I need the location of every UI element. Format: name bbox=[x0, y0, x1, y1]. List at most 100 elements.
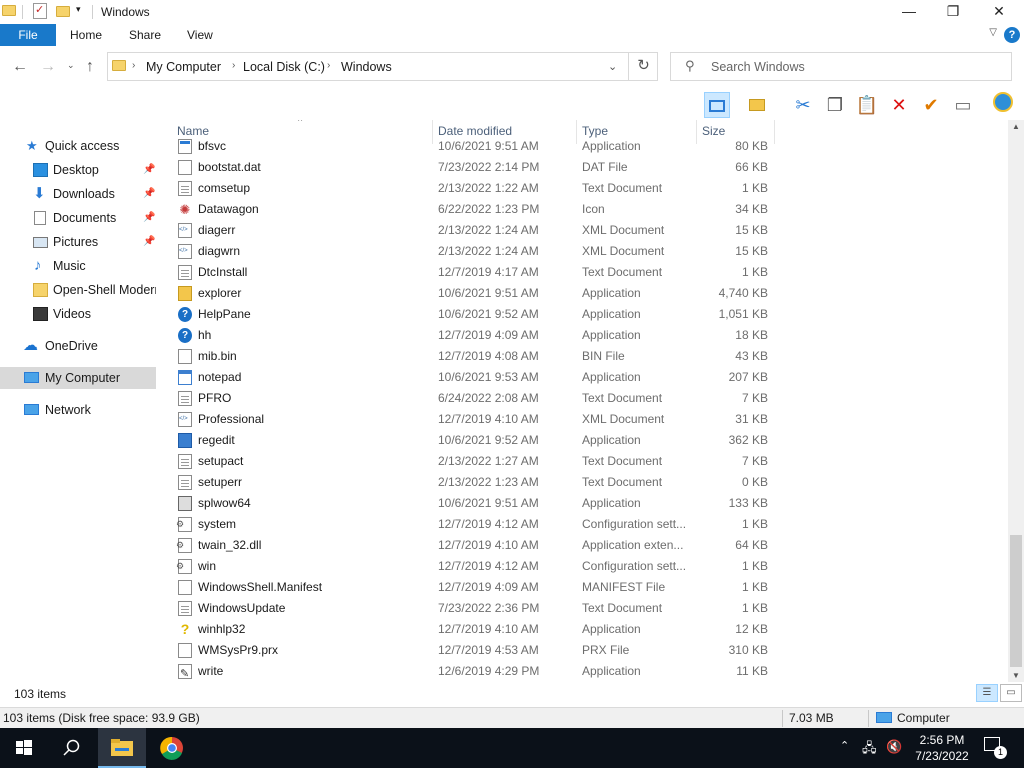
file-row[interactable]: ? HelpPane 10/6/2021 9:52 AM Application 1,0… bbox=[160, 304, 1008, 325]
help-icon[interactable]: ? bbox=[1004, 27, 1020, 43]
file-row[interactable]: ? winhlp32 12/7/2019 4:10 AM Application 12 … bbox=[160, 619, 1008, 640]
breadcrumb-windows[interactable]: Windows bbox=[341, 60, 392, 74]
pin-icon[interactable]: 📌 bbox=[143, 183, 155, 205]
file-row[interactable]: mib.bin 12/7/2019 4:08 AM BIN File 43 KB bbox=[160, 346, 1008, 367]
volume-muted-icon[interactable]: 🔇 bbox=[886, 739, 902, 755]
large-icons-view-icon[interactable]: ▭ bbox=[1000, 684, 1022, 702]
file-row[interactable]: win 12/7/2019 4:12 AM Configuration sett..… bbox=[160, 556, 1008, 577]
file-row[interactable]: WindowsShell.Manifest 12/7/2019 4:09 AM MA… bbox=[160, 577, 1008, 598]
chevron-down-icon[interactable]: ⌄ bbox=[608, 60, 617, 73]
breadcrumb-local-disk[interactable]: Local Disk (C:) bbox=[243, 60, 325, 74]
pin-icon[interactable]: 📌 bbox=[143, 159, 155, 181]
new-folder-icon[interactable] bbox=[56, 6, 70, 17]
notepad-icon bbox=[178, 370, 192, 385]
globe-icon[interactable] bbox=[990, 92, 1016, 118]
clock[interactable]: 2:56 PM 7/23/2022 bbox=[908, 732, 976, 764]
up-icon[interactable]: ↑ bbox=[86, 58, 94, 76]
file-row[interactable]: regedit 10/6/2021 9:52 AM Application 362 K… bbox=[160, 430, 1008, 451]
delete-icon[interactable]: ✕ bbox=[886, 92, 912, 118]
forward-icon[interactable]: → bbox=[40, 58, 56, 76]
file-row[interactable]: bfsvc 10/6/2021 9:51 AM Application 80 KB bbox=[160, 136, 1008, 157]
taskbar-chrome[interactable] bbox=[148, 728, 196, 768]
customize-quick-access-icon[interactable]: ▾ bbox=[76, 4, 81, 15]
chevron-right-icon[interactable]: › bbox=[132, 60, 135, 71]
back-icon[interactable]: ← bbox=[12, 58, 28, 76]
nav-quick-access[interactable]: ★ Quick access bbox=[0, 135, 156, 157]
file-name: regedit bbox=[198, 433, 235, 447]
paste-icon[interactable]: 📋 bbox=[854, 92, 880, 118]
file-row[interactable]: ✺ Datawagon 6/22/2022 1:23 PM Icon 34 KB bbox=[160, 199, 1008, 220]
nav-network[interactable]: Network bbox=[0, 399, 156, 421]
file-row[interactable]: DtcInstall 12/7/2019 4:17 AM Text Document… bbox=[160, 262, 1008, 283]
vertical-scrollbar[interactable]: ▲ ▼ bbox=[1008, 120, 1024, 682]
nav-pictures[interactable]: Pictures 📌 bbox=[0, 231, 156, 253]
file-date-modified: 12/7/2019 4:09 AM bbox=[438, 580, 539, 594]
chevron-right-icon[interactable]: › bbox=[327, 60, 330, 71]
expand-ribbon-icon[interactable]: ▽ bbox=[989, 27, 997, 38]
nav-my-computer[interactable]: My Computer bbox=[0, 367, 156, 389]
file-row[interactable]: PFRO 6/24/2022 2:08 AM Text Document 7 KB bbox=[160, 388, 1008, 409]
file-row[interactable]: WindowsUpdate 7/23/2022 2:36 PM Text Docum… bbox=[160, 598, 1008, 619]
file-row[interactable]: diagwrn 2/13/2022 1:24 AM XML Document 15 K… bbox=[160, 241, 1008, 262]
file-row[interactable]: explorer 10/6/2021 9:51 AM Application 4,74… bbox=[160, 283, 1008, 304]
search-input[interactable]: ⚲ Search Windows bbox=[670, 52, 1012, 81]
refresh-button[interactable]: ↻ bbox=[628, 52, 658, 81]
properties-icon[interactable]: ✓ bbox=[33, 3, 47, 19]
chevron-right-icon[interactable]: › bbox=[232, 60, 235, 71]
file-row[interactable]: system 12/7/2019 4:12 AM Configuration set… bbox=[160, 514, 1008, 535]
details-view-icon[interactable]: ☰ bbox=[976, 684, 998, 702]
cut-icon[interactable]: ✂ bbox=[790, 92, 816, 118]
pin-icon[interactable]: 📌 bbox=[143, 231, 155, 253]
address-bar[interactable]: › My Computer › Local Disk (C:) › Window… bbox=[107, 52, 658, 81]
tab-share[interactable]: Share bbox=[129, 28, 161, 42]
search-button[interactable] bbox=[48, 728, 96, 768]
scrollbar-thumb[interactable] bbox=[1010, 535, 1022, 667]
nav-music[interactable]: ♪ Music bbox=[0, 255, 156, 277]
network-tray-icon[interactable]: 🖧 bbox=[862, 739, 877, 761]
file-size: 80 KB bbox=[735, 139, 768, 153]
maximize-button[interactable]: ❐ bbox=[930, 0, 976, 24]
scroll-up-icon[interactable]: ▲ bbox=[1012, 122, 1020, 131]
clock-time: 2:56 PM bbox=[919, 733, 965, 747]
properties-icon[interactable]: ✔ bbox=[918, 92, 944, 118]
nav-downloads[interactable]: ⬇ Downloads 📌 bbox=[0, 183, 156, 205]
taskbar-file-explorer[interactable] bbox=[98, 728, 146, 768]
start-button[interactable] bbox=[0, 728, 48, 768]
file-row[interactable]: WMSysPr9.prx 12/7/2019 4:53 AM PRX File 310… bbox=[160, 640, 1008, 661]
nav-open-shell-modern[interactable]: Open-Shell Modern bbox=[0, 279, 156, 301]
nav-videos[interactable]: Videos bbox=[0, 303, 156, 325]
show-hidden-icons-icon[interactable]: ⌃ bbox=[840, 739, 849, 752]
file-row[interactable]: Professional 12/7/2019 4:10 AM XML Documen… bbox=[160, 409, 1008, 430]
file-row[interactable]: diagerr 2/13/2022 1:24 AM XML Document 15 K… bbox=[160, 220, 1008, 241]
application-icon bbox=[178, 139, 192, 154]
search-placeholder: Search Windows bbox=[711, 60, 805, 74]
pin-icon[interactable]: 📌 bbox=[143, 207, 155, 229]
file-row[interactable]: notepad 10/6/2021 9:53 AM Application 207 K… bbox=[160, 367, 1008, 388]
nav-onedrive[interactable]: ☁ OneDrive bbox=[0, 335, 156, 357]
file-row[interactable]: ? hh 12/7/2019 4:09 AM Application 18 KB bbox=[160, 325, 1008, 346]
file-row[interactable]: bootstat.dat 7/23/2022 2:14 PM DAT File 66 … bbox=[160, 157, 1008, 178]
tab-view[interactable]: View bbox=[187, 28, 213, 42]
file-type: Application bbox=[582, 307, 641, 321]
file-row[interactable]: write 12/6/2019 4:29 PM Application 11 KB bbox=[160, 661, 1008, 682]
new-folder-icon[interactable] bbox=[744, 92, 770, 118]
file-row[interactable]: comsetup 2/13/2022 1:22 AM Text Document 1 … bbox=[160, 178, 1008, 199]
file-row[interactable]: setuperr 2/13/2022 1:23 AM Text Document 0 … bbox=[160, 472, 1008, 493]
close-button[interactable]: ✕ bbox=[976, 0, 1022, 24]
copy-icon[interactable]: ❐ bbox=[822, 92, 848, 118]
file-row[interactable]: twain_32.dll 12/7/2019 4:10 AM Application… bbox=[160, 535, 1008, 556]
rename-icon[interactable]: ▭ bbox=[950, 92, 976, 118]
nav-desktop[interactable]: Desktop 📌 bbox=[0, 159, 156, 181]
nav-documents[interactable]: Documents 📌 bbox=[0, 207, 156, 229]
breadcrumb-my-computer[interactable]: My Computer bbox=[146, 60, 221, 74]
minimize-button[interactable]: — bbox=[886, 0, 932, 24]
action-center-icon[interactable]: 1 bbox=[984, 737, 1007, 759]
tab-file[interactable]: File bbox=[0, 24, 56, 46]
recent-locations-icon[interactable]: ⌄ bbox=[67, 60, 75, 71]
tab-home[interactable]: Home bbox=[70, 28, 102, 42]
file-row[interactable]: setupact 2/13/2022 1:27 AM Text Document 7 … bbox=[160, 451, 1008, 472]
file-row[interactable]: splwow64 10/6/2021 9:51 AM Application 133 … bbox=[160, 493, 1008, 514]
scroll-down-icon[interactable]: ▼ bbox=[1012, 671, 1020, 680]
preview-pane-icon[interactable] bbox=[704, 92, 730, 118]
xml-document-icon bbox=[178, 244, 192, 259]
